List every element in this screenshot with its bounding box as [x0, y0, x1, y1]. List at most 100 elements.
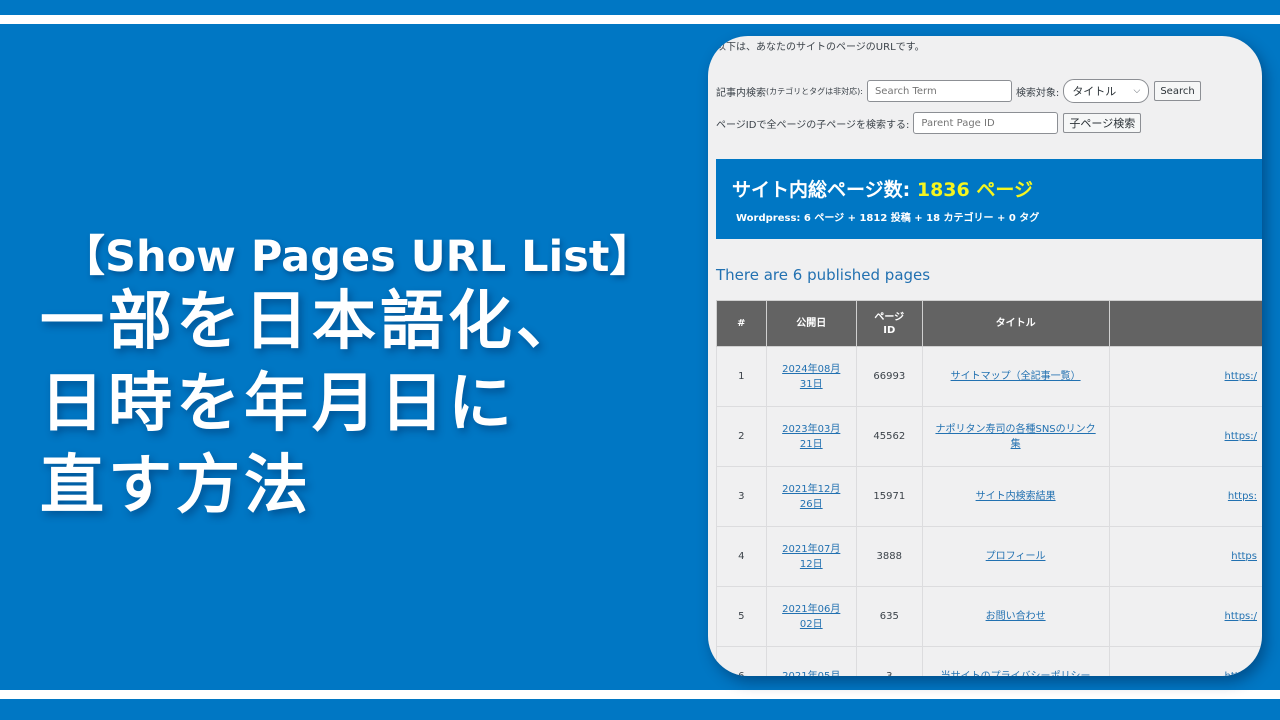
- table-row: 1 2024年08月 31日 66993 サイトマップ（全記事一覧） https:/: [716, 346, 1262, 407]
- screenshot-card: 以下は、あなたのサイトのページのURLです。 記事内検索 (カテゴリとタグは非対…: [708, 36, 1262, 676]
- search-label: 記事内検索: [716, 87, 766, 99]
- row-title: サイトマップ（全記事一覧）: [921, 346, 1110, 407]
- date-line-1: 2021年07月: [782, 543, 841, 555]
- row-publish-date: 2021年05月: [765, 646, 857, 676]
- row-number: 2: [716, 406, 767, 467]
- row-page-id: 15971: [855, 466, 923, 527]
- row-number: 4: [716, 526, 767, 587]
- row-url: https: [1108, 526, 1262, 587]
- publish-date-link[interactable]: 2021年06月 02日: [782, 604, 840, 630]
- row-url: https:/: [1108, 646, 1262, 676]
- page-title-link[interactable]: プロフィール: [986, 551, 1046, 562]
- child-page-search-button[interactable]: 子ページ検索: [1063, 113, 1142, 133]
- date-line-1: 2021年05月: [782, 671, 840, 676]
- page-count-summary: サイト内総ページ数: 1836 ページ Wordpress: 6 ページ + 1…: [716, 159, 1262, 239]
- search-target-select[interactable]: タイトル ⌵: [1063, 79, 1150, 103]
- search-target-label: 検索対象:: [1015, 87, 1060, 99]
- row-title: お問い合わせ: [921, 586, 1110, 647]
- title-line-1: 一部を日本語化、: [40, 285, 584, 359]
- page-title-link[interactable]: サイト内検索結果: [976, 491, 1056, 502]
- header-title: タイトル: [921, 300, 1110, 347]
- row-publish-date: 2021年07月 12日: [765, 526, 857, 587]
- child-page-search-form: ページIDで全ページの子ページを検索する: 子ページ検索: [716, 112, 1142, 134]
- header-page-id-line2: ID: [883, 324, 896, 336]
- row-url: https:/: [1108, 346, 1262, 407]
- row-publish-date: 2021年06月 02日: [765, 586, 857, 647]
- page-title-link[interactable]: お問い合わせ: [986, 611, 1046, 622]
- date-line-2: 26日: [799, 498, 823, 510]
- child-search-label: ページIDで全ページの子ページを検索する:: [716, 119, 910, 131]
- row-publish-date: 2021年12月 26日: [765, 466, 857, 527]
- publish-date-link[interactable]: 2021年12月 26日: [782, 484, 840, 510]
- page-breakdown: Wordpress: 6 ページ + 1812 投稿 + 18 カテゴリー + …: [736, 213, 1040, 224]
- row-number: 5: [716, 586, 767, 647]
- date-line-1: 2024年08月: [782, 363, 841, 375]
- publish-date-link[interactable]: 2021年07月 12日: [782, 544, 840, 570]
- publish-date-link[interactable]: 2024年08月 31日: [782, 364, 840, 390]
- row-url: https:/: [1108, 406, 1262, 467]
- row-page-id: 635: [855, 586, 923, 647]
- header-number: #: [716, 300, 767, 347]
- date-line-2: 02日: [799, 618, 823, 630]
- date-line-2: 21日: [799, 438, 823, 450]
- row-title: プロフィール: [921, 526, 1110, 587]
- title-plugin-name: 【Show Pages URL List】: [62, 232, 653, 282]
- search-input[interactable]: [866, 80, 1012, 102]
- table-header-row: # 公開日 ページ ID タイトル: [716, 300, 1262, 347]
- publish-date-link[interactable]: 2023年03月 21日: [782, 424, 840, 450]
- row-url: https:/: [1108, 586, 1262, 647]
- date-line-2: 31日: [799, 378, 823, 390]
- page-title-link[interactable]: サイトマップ（全記事一覧）: [951, 371, 1081, 382]
- parent-page-id-input[interactable]: [913, 112, 1059, 134]
- row-title: サイト内検索結果: [921, 466, 1110, 527]
- row-page-id: 3888: [855, 526, 923, 587]
- row-page-id: 66993: [855, 346, 923, 407]
- date-line-1: 2021年12月: [782, 483, 841, 495]
- page-url-link[interactable]: https:/: [1225, 431, 1257, 442]
- header-publish-date: 公開日: [765, 300, 857, 347]
- table-row: 5 2021年06月 02日 635 お問い合わせ https:/: [716, 586, 1262, 647]
- title-line-2: 日時を年月日に: [40, 367, 516, 441]
- bottom-stripe: [0, 690, 1280, 699]
- published-pages-heading: There are 6 published pages: [716, 266, 931, 284]
- row-title: 当サイトのプライバシーポリシー: [921, 646, 1110, 676]
- pages-table: # 公開日 ページ ID タイトル 1 2024年08月 31日 66993 サイトマップ…: [716, 300, 1262, 676]
- row-publish-date: 2023年03月 21日: [765, 406, 857, 467]
- search-label-note: (カテゴリとタグは非対応):: [766, 86, 863, 96]
- publish-date-link[interactable]: 2021年05月: [782, 671, 840, 676]
- date-line-1: 2023年03月: [782, 423, 841, 435]
- row-number: 6: [716, 646, 767, 676]
- row-title: ナポリタン寿司の各種SNSのリンク集: [921, 406, 1110, 467]
- table-row: 3 2021年12月 26日 15971 サイト内検索結果 https:: [716, 466, 1262, 527]
- total-pages-count: 1836 ページ: [916, 179, 1033, 201]
- search-target-value: タイトル: [1072, 85, 1117, 98]
- page-url-link[interactable]: https: [1231, 551, 1257, 562]
- page-title-link[interactable]: ナポリタン寿司の各種SNSのリンク集: [935, 424, 1095, 450]
- total-pages-heading: サイト内総ページ数: 1836 ページ: [732, 175, 1033, 202]
- total-pages-label: サイト内総ページ数:: [732, 179, 917, 201]
- header-page-id: ページ ID: [855, 300, 923, 347]
- search-form: 記事内検索 (カテゴリとタグは非対応): 検索対象: タイトル ⌵ Search: [716, 79, 1201, 103]
- table-row: 2 2023年03月 21日 45562 ナポリタン寿司の各種SNSのリンク集 https…: [716, 406, 1262, 467]
- date-line-1: 2021年06月: [782, 603, 841, 615]
- table-row: 4 2021年07月 12日 3888 プロフィール https: [716, 526, 1262, 587]
- search-button[interactable]: Search: [1154, 81, 1201, 101]
- row-page-id: 3: [855, 646, 923, 676]
- row-number: 3: [716, 466, 767, 527]
- top-stripe: [0, 15, 1280, 24]
- row-number: 1: [716, 346, 767, 407]
- header-page-id-line1: ページ: [874, 311, 905, 323]
- title-line-3: 直す方法: [40, 449, 312, 523]
- page-url-link[interactable]: https:: [1228, 491, 1257, 502]
- row-publish-date: 2024年08月 31日: [765, 346, 857, 407]
- row-page-id: 45562: [855, 406, 923, 467]
- row-url: https:: [1108, 466, 1262, 527]
- page-url-link[interactable]: https:/: [1225, 671, 1257, 676]
- intro-text: 以下は、あなたのサイトのページのURLです。: [716, 42, 925, 53]
- chevron-down-icon: ⌵: [1133, 86, 1141, 96]
- page-url-link[interactable]: https:/: [1225, 371, 1257, 382]
- header-url: [1108, 300, 1262, 347]
- table-row: 6 2021年05月 3 当サイトのプライバシーポリシー https:/: [716, 646, 1262, 676]
- page-url-link[interactable]: https:/: [1225, 611, 1257, 622]
- page-title-link[interactable]: 当サイトのプライバシーポリシー: [941, 671, 1091, 676]
